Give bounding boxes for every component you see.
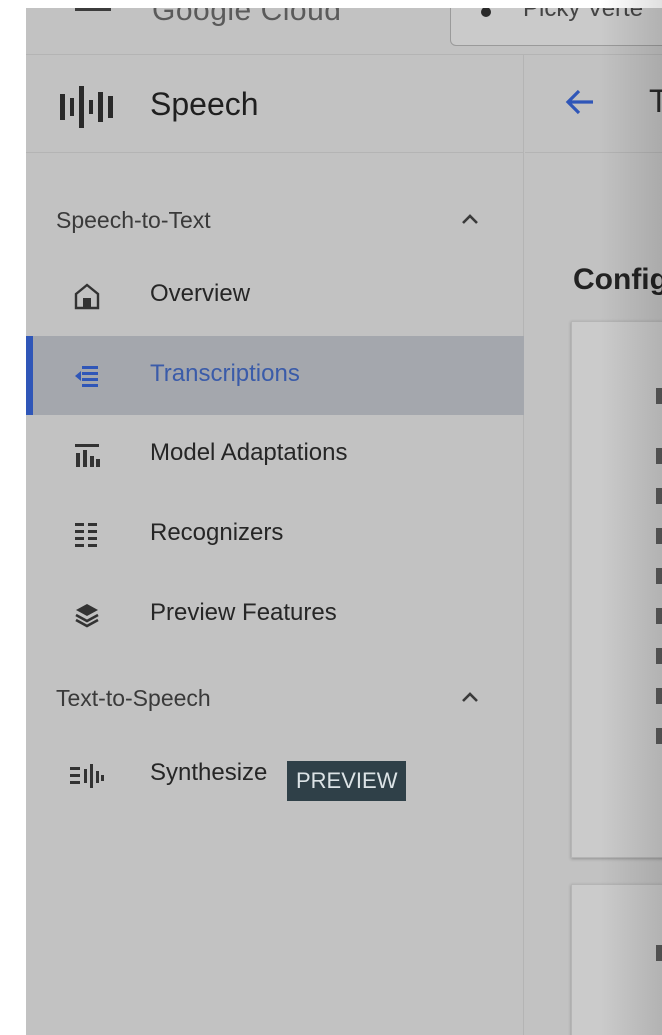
sidebar-item-overview[interactable]: Overview <box>26 256 524 335</box>
sidebar-item-recognizers[interactable]: Recognizers <box>26 495 524 574</box>
text-line <box>656 448 662 464</box>
section-heading-text-to-speech[interactable]: Text-to-Speech <box>56 685 211 712</box>
sidebar-item-transcriptions[interactable]: Transcriptions <box>26 336 524 415</box>
sidebar-item-label: Transcriptions <box>150 360 300 387</box>
text-line <box>656 648 662 664</box>
sidebar-item-label: Preview Features <box>150 599 337 626</box>
preview-features-icon <box>75 604 99 628</box>
preview-badge: PREVIEW <box>287 761 407 801</box>
main-content: T Config <box>525 55 662 1035</box>
console-app: Google Cloud Picky Verte Speech Speech-t… <box>26 8 662 1035</box>
sidebar-item-label: Overview <box>150 280 251 307</box>
sidebar-item-preview-features[interactable]: Preview Features <box>26 575 524 654</box>
google-cloud-logo[interactable]: Google Cloud <box>152 8 341 28</box>
text-line <box>656 728 662 744</box>
screen: Google Cloud Picky Verte Speech Speech-t… <box>0 0 662 1035</box>
sidebar-item-label: Synthesize <box>150 759 268 786</box>
hamburger-menu-icon[interactable] <box>75 8 111 18</box>
sidebar-item-model-adaptations[interactable]: Model Adaptations <box>26 415 524 494</box>
section-heading-speech-to-text[interactable]: Speech-to-Text <box>56 207 211 234</box>
top-bar: Google Cloud Picky Verte <box>26 8 662 55</box>
text-line <box>656 528 662 544</box>
back-arrow-icon[interactable] <box>563 85 597 119</box>
project-icon <box>481 8 491 17</box>
text-line <box>656 688 662 704</box>
page-title: T <box>649 83 662 119</box>
text-line <box>656 945 662 961</box>
transcriptions-icon <box>75 366 98 387</box>
chevron-up-icon[interactable] <box>458 208 482 232</box>
synthesize-icon <box>70 764 104 788</box>
model-adaptations-icon <box>75 444 100 467</box>
config-card <box>571 321 662 858</box>
text-line <box>656 568 662 584</box>
main-header: T <box>525 55 662 153</box>
sidebar-item-label: Model Adaptations <box>150 439 348 466</box>
secondary-card <box>571 884 662 1035</box>
sidebar-item-synthesize[interactable]: Synthesize PREVIEW <box>26 735 524 814</box>
text-line <box>656 488 662 504</box>
chevron-up-icon[interactable] <box>458 686 482 710</box>
product-title: Speech <box>150 86 259 122</box>
text-line <box>656 388 662 404</box>
text-line <box>656 608 662 624</box>
config-section-title: Config <box>573 263 662 296</box>
speech-product-icon <box>60 86 113 128</box>
sidebar-item-label: Recognizers <box>150 519 284 546</box>
project-picker[interactable]: Picky Verte <box>450 8 662 46</box>
sidebar-header: Speech <box>26 55 524 153</box>
recognizers-icon <box>75 523 97 547</box>
home-icon <box>74 283 100 310</box>
project-name: Picky Verte <box>523 8 644 22</box>
sidebar: Speech Speech-to-Text Overview Transcrip… <box>26 55 524 1035</box>
